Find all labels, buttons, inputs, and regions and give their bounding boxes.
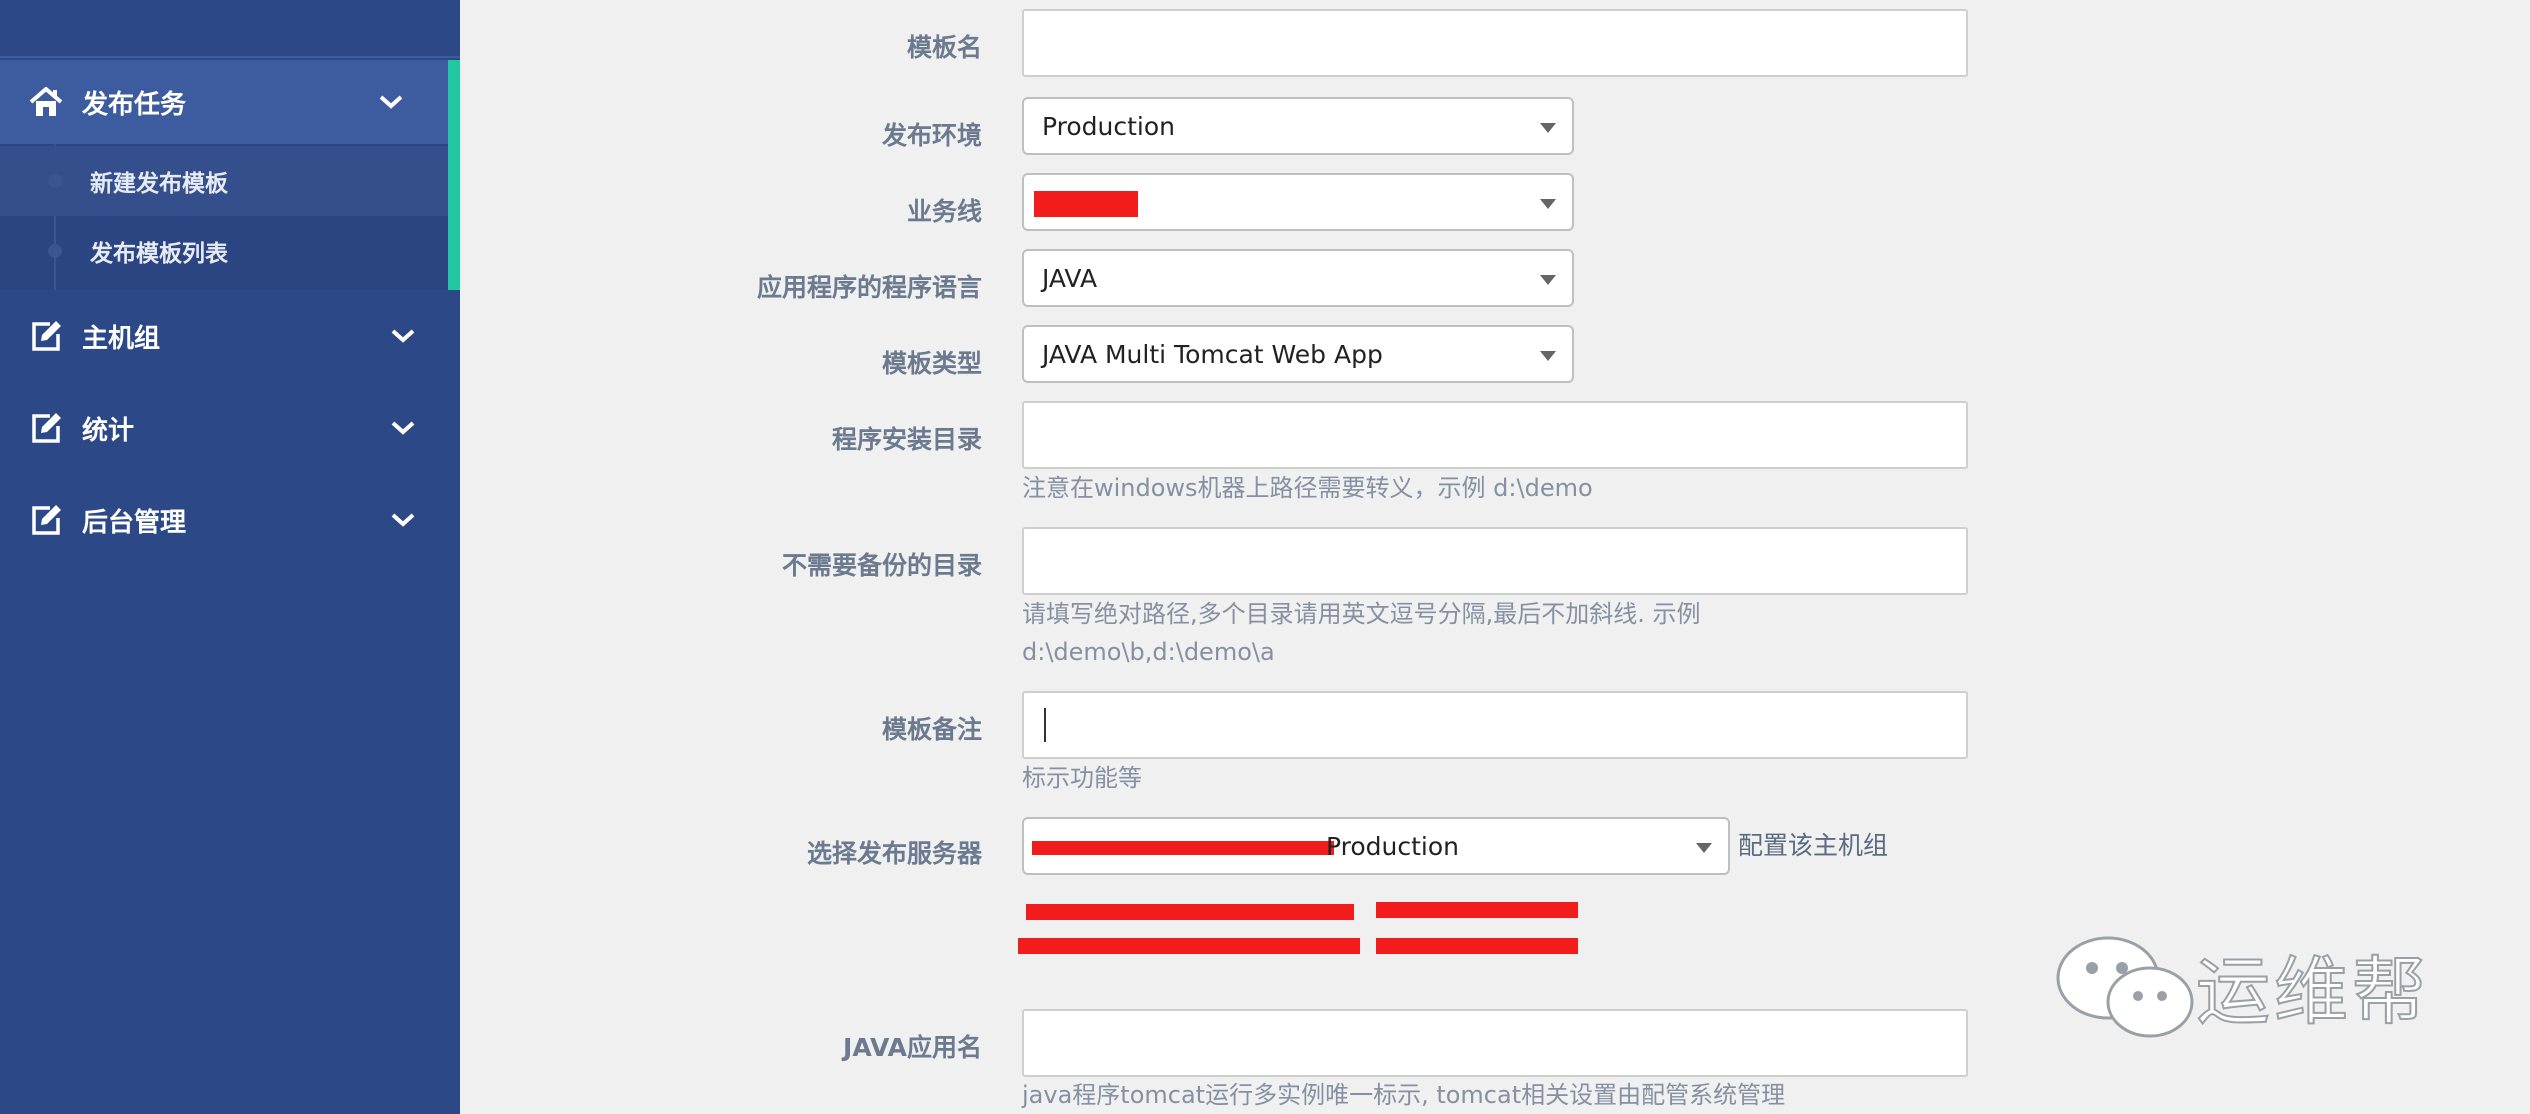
sidebar-header bbox=[0, 0, 460, 58]
sidebar-subitem-label: 新建发布模板 bbox=[90, 171, 228, 197]
template-name-label: 模板名 bbox=[906, 33, 982, 62]
install-dir-help: 注意在windows机器上路径需要转义，示例 d:\demo bbox=[1022, 474, 1593, 502]
redacted-host bbox=[1026, 904, 1354, 920]
environment-value: Production bbox=[1042, 111, 1176, 141]
sidebar-item-admin[interactable]: 后台管理 bbox=[0, 494, 460, 546]
text-cursor bbox=[1044, 708, 1046, 742]
redacted-value bbox=[1032, 841, 1334, 855]
sidebar-item-label: 后台管理 bbox=[82, 507, 187, 538]
caret-down-icon bbox=[1540, 199, 1556, 209]
remark-input[interactable] bbox=[1022, 691, 1968, 759]
no-backup-dir-label: 不需要备份的目录 bbox=[781, 551, 982, 580]
server-value: Production bbox=[1326, 831, 1460, 861]
redacted-value bbox=[1034, 191, 1138, 217]
template-type-value: JAVA Multi Tomcat Web App bbox=[1042, 339, 1383, 369]
language-select[interactable]: JAVA bbox=[1022, 249, 1574, 307]
edit-icon bbox=[32, 321, 61, 351]
redacted-host bbox=[1376, 902, 1578, 918]
template-type-select[interactable]: JAVA Multi Tomcat Web App bbox=[1022, 325, 1574, 383]
template-type-label: 模板类型 bbox=[881, 349, 982, 378]
sidebar-item-statistics[interactable]: 统计 bbox=[0, 402, 460, 454]
server-label: 选择发布服务器 bbox=[806, 839, 982, 868]
chevron-down-icon bbox=[391, 329, 415, 343]
redacted-host bbox=[1018, 938, 1360, 954]
bullet-icon bbox=[48, 244, 62, 258]
sidebar-item-host-group[interactable]: 主机组 bbox=[0, 310, 460, 362]
install-dir-input[interactable] bbox=[1022, 401, 1968, 469]
configure-host-group-link[interactable]: 配置该主机组 bbox=[1738, 826, 1888, 862]
install-dir-label: 程序安装目录 bbox=[831, 425, 982, 454]
environment-select[interactable]: Production bbox=[1022, 97, 1574, 155]
sidebar-subitem-template-list[interactable]: 发布模板列表 bbox=[0, 216, 448, 286]
sidebar: 发布任务 新建发布模板 发布模板列表 主机组 统计 后台管理 bbox=[0, 0, 460, 1114]
caret-down-icon bbox=[1540, 123, 1556, 133]
language-value: JAVA bbox=[1042, 263, 1098, 293]
chevron-down-icon bbox=[391, 421, 415, 435]
sidebar-item-label: 主机组 bbox=[82, 323, 161, 354]
template-name-input[interactable] bbox=[1022, 9, 1968, 77]
environment-label: 发布环境 bbox=[881, 121, 982, 150]
caret-down-icon bbox=[1540, 351, 1556, 361]
bullet-icon bbox=[48, 174, 62, 188]
wechat-logo-icon bbox=[2056, 936, 2194, 1038]
edit-icon bbox=[32, 505, 61, 535]
sidebar-subitem-label: 发布模板列表 bbox=[90, 241, 228, 267]
sidebar-item-publish-task[interactable]: 发布任务 bbox=[0, 60, 460, 144]
edit-icon bbox=[32, 413, 61, 443]
language-label: 应用程序的程序语言 bbox=[756, 273, 982, 302]
java-app-name-input[interactable] bbox=[1022, 1009, 1968, 1077]
java-app-name-help: java程序tomcat运行多实例唯一标示, tomcat相关设置由配管系统管理 bbox=[1022, 1081, 1786, 1109]
java-app-name-label: JAVA应用名 bbox=[843, 1033, 982, 1062]
redacted-host bbox=[1376, 938, 1578, 954]
watermark-text: 运维帮 bbox=[2195, 948, 2430, 1036]
no-backup-dir-help-line1: 请填写绝对路径,多个目录请用英文逗号分隔,最后不加斜线. 示例 bbox=[1022, 600, 1701, 628]
no-backup-dir-help-line2: d:\demo\b,d:\demo\a bbox=[1022, 638, 1275, 666]
caret-down-icon bbox=[1540, 275, 1556, 285]
business-line-label: 业务线 bbox=[906, 197, 982, 226]
chevron-down-icon bbox=[391, 513, 415, 527]
no-backup-dir-input[interactable] bbox=[1022, 527, 1968, 595]
chevron-down-icon bbox=[379, 95, 403, 109]
sidebar-item-label: 统计 bbox=[82, 415, 135, 446]
sidebar-item-label: 发布任务 bbox=[82, 89, 187, 120]
remark-help: 标示功能等 bbox=[1022, 764, 1142, 792]
caret-down-icon bbox=[1696, 843, 1712, 853]
home-icon bbox=[29, 87, 63, 116]
remark-label: 模板备注 bbox=[881, 715, 982, 744]
sidebar-submenu: 新建发布模板 发布模板列表 bbox=[0, 144, 460, 290]
sidebar-subitem-new-template[interactable]: 新建发布模板 bbox=[0, 146, 448, 216]
business-line-select[interactable] bbox=[1022, 173, 1574, 231]
server-select[interactable]: Production bbox=[1022, 817, 1730, 875]
